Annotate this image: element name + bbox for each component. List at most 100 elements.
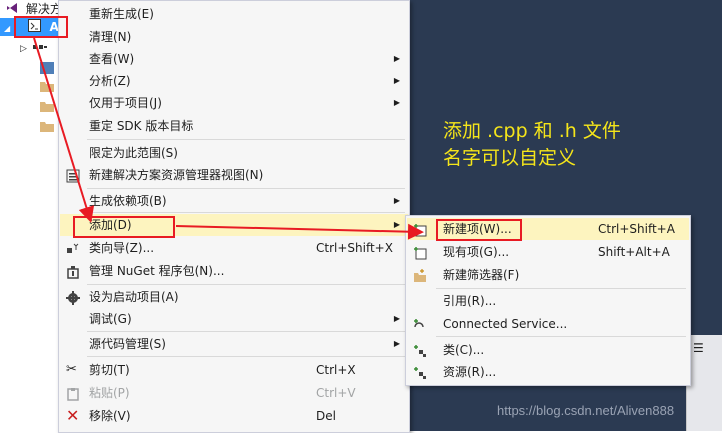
annotation-line-1: 添加 .cpp 和 .h 文件 (443, 120, 621, 142)
menu-item-label: 源代码管理(S) (89, 337, 166, 351)
submenu-item-label: 资源(R)... (443, 365, 497, 379)
references-icon (32, 39, 47, 57)
menu-item-class-wizard[interactable]: 类向导(Z)... Ctrl+Shift+X (60, 237, 408, 259)
nuget-icon (66, 264, 80, 279)
submenu-item-connected-service[interactable]: Connected Service... (407, 313, 689, 335)
menu-item-shortcut: Ctrl+V (316, 386, 356, 400)
menu-separator (87, 331, 405, 332)
menu-item-label: 查看(W) (89, 52, 135, 66)
new-filter-icon (413, 268, 427, 282)
menu-separator (87, 212, 405, 213)
submenu-arrow-icon: ▶ (393, 220, 400, 229)
folder-icon (40, 79, 54, 97)
submenu-arrow-icon: ▶ (393, 339, 400, 348)
external-deps-node[interactable] (40, 60, 54, 78)
submenu-item-resource[interactable]: 资源(R)... (407, 361, 689, 383)
menu-item-view[interactable]: 查看(W) ▶ (60, 48, 408, 70)
header-files-node[interactable] (40, 78, 54, 96)
submenu-arrow-icon: ▶ (393, 76, 400, 85)
menu-item-debug[interactable]: 调试(G) ▶ (60, 308, 408, 330)
menu-item-label: 重新生成(E) (89, 7, 154, 21)
menu-item-label: 剪切(T) (89, 363, 130, 377)
folder-icon (40, 119, 54, 137)
dependency-icon (40, 61, 54, 79)
menu-item-label: 生成依赖项(B) (89, 194, 167, 208)
menu-item-label: 移除(V) (89, 409, 131, 423)
annotation-line-2: 名字可以自定义 (443, 147, 577, 169)
submenu-item-label: Connected Service... (443, 317, 568, 331)
submenu-item-reference[interactable]: 引用(R)... (407, 290, 689, 312)
menu-item-project-only[interactable]: 仅用于项目(J) ▶ (60, 92, 408, 114)
collapse-arrow-icon[interactable]: ▷ (20, 44, 27, 54)
menu-item-retarget-sdk[interactable]: 重定 SDK 版本目标 (60, 115, 408, 137)
submenu-item-shortcut: Shift+Alt+A (598, 245, 670, 259)
menu-item-label: 调试(G) (89, 312, 132, 326)
connected-service-icon (413, 317, 427, 331)
submenu-item-class[interactable]: 类(C)... (407, 339, 689, 361)
menu-separator (436, 336, 686, 337)
side-toolbar-strip: ☰ (686, 335, 722, 431)
menu-item-rebuild[interactable]: 重新生成(E) (60, 3, 408, 25)
menu-item-analyze[interactable]: 分析(Z) ▶ (60, 70, 408, 92)
highlight-box-new-item (436, 219, 522, 241)
submenu-item-existing-item[interactable]: 现有项(G)... Shift+Alt+A (407, 241, 689, 263)
references-node[interactable]: ▷ (0, 38, 47, 56)
menu-separator (87, 284, 405, 285)
annotation-text: 添加 .cpp 和 .h 文件 名字可以自定义 (443, 118, 621, 172)
close-icon: ✕ (66, 406, 80, 425)
menu-item-label: 管理 NuGet 程序包(N)... (89, 264, 225, 278)
source-files-node[interactable] (40, 118, 54, 136)
menu-item-label: 类向导(Z)... (89, 241, 155, 255)
menu-item-manage-nuget[interactable]: 管理 NuGet 程序包(N)... (60, 260, 408, 282)
resource-icon (413, 365, 427, 379)
menu-item-shortcut: Del (316, 409, 336, 423)
submenu-item-label: 现有项(G)... (443, 245, 510, 259)
submenu-item-label: 类(C)... (443, 343, 485, 357)
menu-item-shortcut: Ctrl+Shift+X (316, 241, 393, 255)
scissors-icon: ✂ (66, 362, 77, 377)
menu-item-cut[interactable]: ✂ 剪切(T) Ctrl+X (60, 359, 408, 381)
menu-item-label: 清理(N) (89, 30, 132, 44)
highlight-box-project (14, 16, 68, 38)
solution-explorer-pane: 解决方 ◢ Al ▷ (0, 0, 66, 431)
class-wizard-icon (66, 241, 80, 255)
menu-separator (87, 139, 405, 140)
menu-item-label: 限定为此范围(S) (89, 146, 178, 160)
menu-item-shortcut: Ctrl+X (316, 363, 356, 377)
menu-item-new-explorer-view[interactable]: 新建解决方案资源管理器视图(N) (60, 164, 408, 186)
submenu-item-shortcut: Ctrl+Shift+A (598, 222, 675, 236)
submenu-item-label: 引用(R)... (443, 294, 497, 308)
new-item-icon (413, 222, 427, 237)
submenu-item-new-filter[interactable]: 新建筛选器(F) (407, 264, 689, 286)
highlight-box-add (73, 216, 175, 238)
submenu-arrow-icon: ▶ (393, 98, 400, 107)
menu-separator (87, 188, 405, 189)
menu-item-clean[interactable]: 清理(N) (60, 26, 408, 48)
gear-icon (66, 290, 80, 305)
expand-arrow-icon[interactable]: ◢ (4, 24, 10, 33)
menu-item-label: 设为启动项目(A) (89, 290, 179, 304)
submenu-item-label: 新建筛选器(F) (443, 268, 520, 282)
menu-item-set-startup[interactable]: 设为启动项目(A) (60, 286, 408, 308)
solution-explorer-title: 解决方 (25, 2, 62, 16)
menu-item-label: 分析(Z) (89, 74, 131, 88)
menu-item-scope-to-this[interactable]: 限定为此范围(S) (60, 142, 408, 164)
submenu-arrow-icon: ▶ (393, 54, 400, 63)
resource-files-node[interactable] (40, 98, 54, 116)
submenu-arrow-icon: ▶ (393, 314, 400, 323)
menu-item-label: 重定 SDK 版本目标 (89, 119, 194, 133)
menu-item-label: 仅用于项目(J) (89, 96, 162, 110)
menu-separator (436, 288, 686, 289)
toolbar-icon[interactable]: ☰ (693, 341, 704, 355)
watermark: https://blog.csdn.net/Aliven888 (497, 403, 675, 418)
menu-item-source-control[interactable]: 源代码管理(S) ▶ (60, 333, 408, 355)
menu-item-label: 新建解决方案资源管理器视图(N) (89, 168, 264, 182)
new-view-icon (66, 168, 80, 183)
submenu-arrow-icon: ▶ (393, 196, 400, 205)
menu-item-label: 粘贴(P) (89, 386, 130, 400)
menu-item-build-dependencies[interactable]: 生成依赖项(B) ▶ (60, 190, 408, 212)
menu-item-remove[interactable]: ✕ 移除(V) Del (60, 405, 408, 427)
menu-separator (87, 356, 405, 357)
menu-item-paste[interactable]: 粘贴(P) Ctrl+V (60, 382, 408, 404)
folder-icon (40, 99, 54, 117)
